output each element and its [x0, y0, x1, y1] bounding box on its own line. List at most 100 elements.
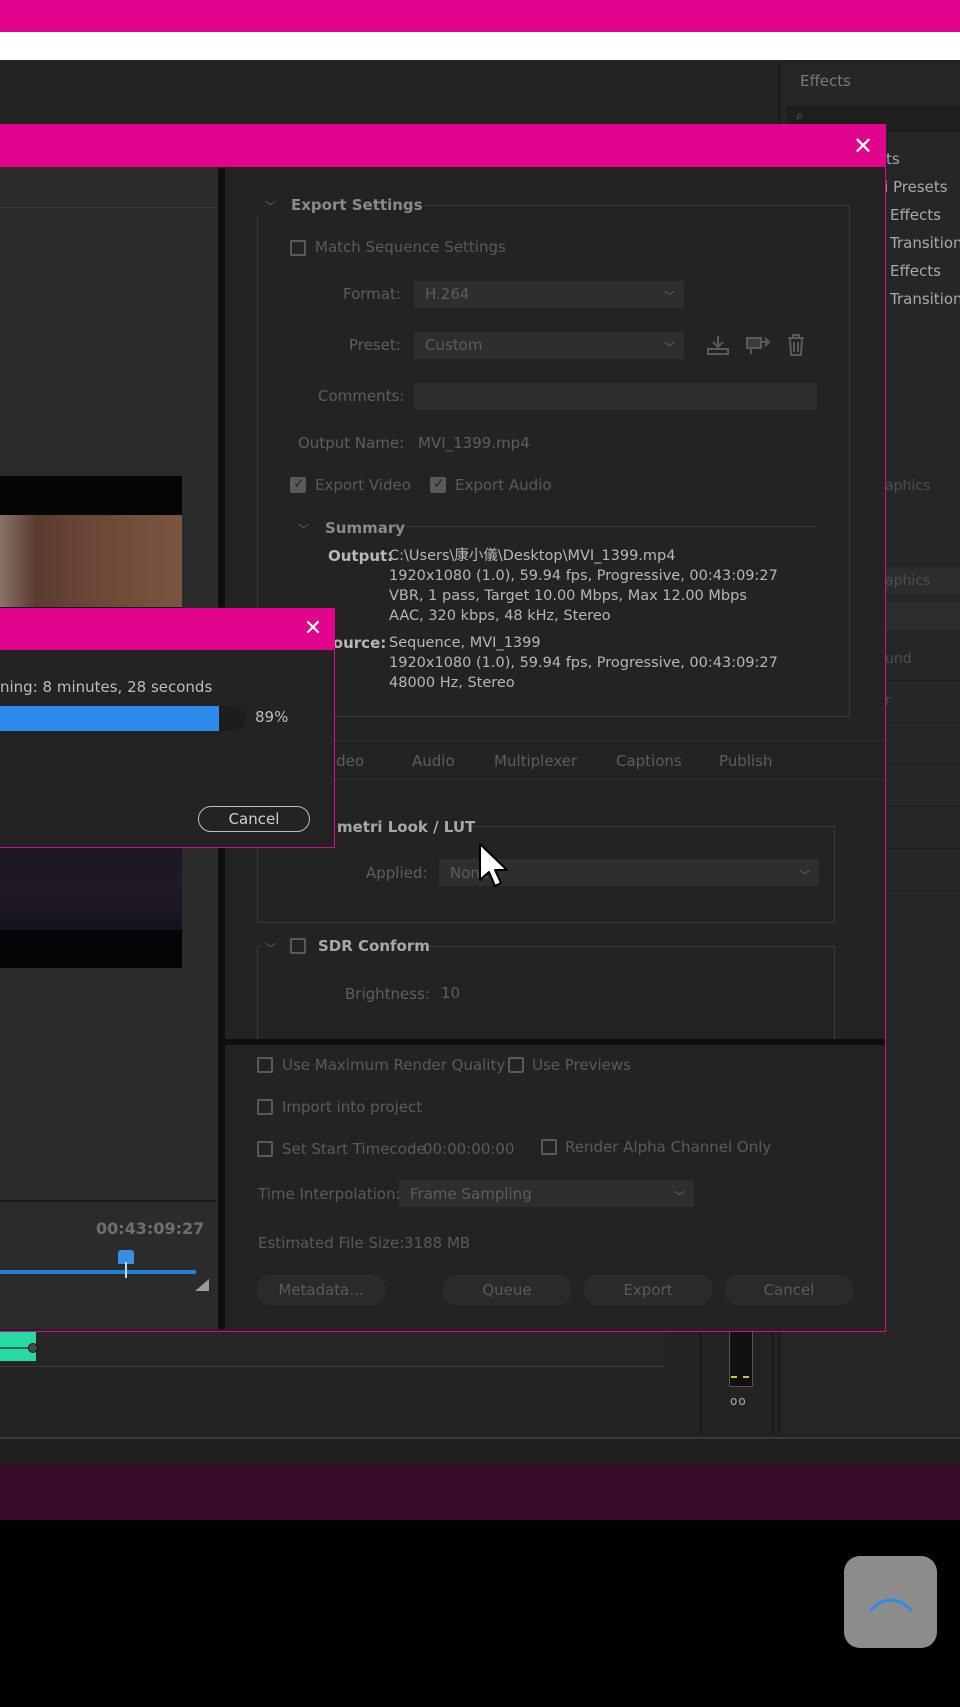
max-render-quality-checkbox[interactable]	[257, 1057, 273, 1073]
solo-buttons[interactable]: oo	[730, 1394, 747, 1408]
chevron-down-icon: ﹀	[674, 1190, 685, 1203]
export-video-checkbox[interactable]	[290, 476, 306, 493]
tab-multiplexer[interactable]: Multiplexer	[494, 752, 577, 770]
metadata-button[interactable]: Metadata...	[257, 1275, 385, 1305]
audio-meter-level	[731, 1376, 749, 1378]
export-video-label: Export Video	[315, 476, 411, 494]
video-frame-image	[0, 840, 182, 930]
out-point-handle[interactable]	[195, 1279, 209, 1291]
use-previews-label: Use Previews	[532, 1056, 631, 1074]
summary-output-line: C:\Users\康小儀\Desktop\MVI_1399.mp4	[389, 548, 676, 564]
brightness-value[interactable]: 10	[441, 984, 460, 1002]
output-name-link[interactable]: MVI_1399.mp4	[418, 434, 530, 452]
top-accent-bar	[0, 0, 960, 32]
export-button[interactable]: Export	[584, 1275, 712, 1305]
search-icon: ⌕	[796, 108, 804, 124]
playhead-line	[125, 1262, 127, 1278]
start-timecode-value[interactable]: 00:00:00:00	[423, 1140, 515, 1158]
export-audio-checkbox[interactable]	[430, 476, 446, 493]
chevron-down-icon[interactable]: ﹀	[265, 940, 276, 956]
import-into-project-label: Import into project	[282, 1098, 423, 1116]
sdr-conform-checkbox[interactable]	[290, 938, 306, 954]
sdr-conform-section	[257, 946, 835, 1040]
audio-meter-bar	[729, 1330, 753, 1387]
summary-source-line: 48000 Hz, Stereo	[389, 675, 515, 691]
start-timecode-label: Set Start Timecode	[282, 1140, 426, 1158]
chevron-up-icon	[869, 1598, 913, 1612]
alpha-channel-label: Render Alpha Channel Only	[565, 1138, 772, 1156]
video-frame-image	[0, 515, 182, 607]
summary-source-line: 1920x1080 (1.0), 59.94 fps, Progressive,…	[389, 655, 778, 671]
effects-panel-title: Effects	[800, 72, 851, 90]
effects-item[interactable]: Effects	[890, 262, 941, 280]
import-preset-icon[interactable]	[745, 334, 771, 356]
progress-dialog-titlebar	[0, 608, 335, 650]
comments-input[interactable]	[414, 383, 817, 410]
tab-audio[interactable]: Audio	[412, 752, 455, 770]
audio-meter: oo	[700, 1330, 774, 1435]
export-settings-title: Export Settings	[291, 196, 423, 214]
summary-output-key: Output:	[328, 547, 394, 565]
timeline-track	[0, 1330, 665, 1367]
alpha-channel-checkbox[interactable]	[541, 1139, 557, 1155]
graphics-label: aphics	[885, 478, 931, 494]
progress-cancel-button[interactable]: Cancel	[198, 806, 310, 832]
match-sequence-label: Match Sequence Settings	[315, 238, 506, 256]
export-audio-label: Export Audio	[455, 476, 552, 494]
file-size-label: Estimated File Size:	[258, 1234, 405, 1252]
graphics-row	[880, 766, 960, 807]
effects-item[interactable]: Transition	[890, 290, 960, 308]
chevron-down-icon: ﹀	[799, 869, 810, 882]
max-render-quality-label: Use Maximum Render Quality	[282, 1056, 506, 1074]
effects-item[interactable]: ts	[886, 150, 900, 168]
graphics-field[interactable]	[880, 603, 960, 631]
clip-keyframe[interactable]	[28, 1343, 38, 1353]
queue-button[interactable]: Queue	[443, 1275, 571, 1305]
match-sequence-checkbox[interactable]	[290, 240, 306, 256]
pane-divider	[0, 1200, 216, 1202]
lumetri-applied-label: Applied:	[366, 864, 428, 882]
export-dialog-titlebar	[0, 124, 886, 167]
start-timecode-checkbox[interactable]	[257, 1141, 273, 1157]
format-label: Format:	[343, 285, 401, 303]
graphics-row	[880, 724, 960, 765]
close-icon[interactable]: ✕	[848, 131, 878, 161]
summary-rule	[400, 526, 817, 527]
bottom-accent-bar	[0, 1465, 960, 1520]
summary-title: Summary	[325, 519, 406, 537]
tab-captions[interactable]: Captions	[616, 752, 682, 770]
progress-percent: 89%	[255, 708, 289, 726]
progress-fill	[0, 706, 219, 731]
preset-value: Custom	[425, 336, 483, 354]
chevron-down-icon[interactable]: ﹀	[298, 521, 309, 537]
effects-item[interactable]: Effects	[890, 206, 941, 224]
source-range-bar[interactable]	[0, 1270, 196, 1274]
graphics-row	[880, 808, 960, 849]
chevron-down-icon[interactable]: ﹀	[265, 198, 276, 214]
chevron-down-icon: ﹀	[664, 290, 675, 303]
close-icon[interactable]: ✕	[298, 614, 328, 644]
graphics-row	[880, 850, 960, 891]
lumetri-title: metri Look / LUT	[337, 818, 476, 836]
summary-output-line: 1920x1080 (1.0), 59.94 fps, Progressive,…	[389, 568, 778, 584]
comments-label: Comments:	[318, 387, 405, 405]
scroll-to-top-button[interactable]	[844, 1556, 937, 1648]
delete-preset-icon[interactable]	[786, 333, 806, 357]
cancel-button[interactable]: Cancel	[725, 1275, 853, 1305]
brightness-label: Brightness:	[345, 985, 430, 1003]
time-interpolation-label: Time Interpolation:	[258, 1185, 401, 1203]
graphics-row	[880, 640, 960, 681]
import-into-project-checkbox[interactable]	[257, 1099, 273, 1115]
tab-publish[interactable]: Publish	[719, 752, 772, 770]
source-tabs	[0, 167, 216, 208]
format-value: H.264	[425, 285, 470, 303]
summary-output-line: AAC, 320 kbps, 48 kHz, Stereo	[389, 608, 611, 624]
graphics-label: aphics	[885, 573, 931, 589]
use-previews-checkbox[interactable]	[508, 1057, 524, 1073]
white-bar	[0, 32, 960, 60]
effects-item[interactable]: Transition	[890, 234, 960, 252]
sdr-conform-title: SDR Conform	[318, 937, 430, 955]
source-timecode: 00:43:09:27	[96, 1219, 205, 1238]
save-preset-icon[interactable]	[706, 334, 730, 356]
time-interpolation-value: Frame Sampling	[410, 1185, 532, 1203]
